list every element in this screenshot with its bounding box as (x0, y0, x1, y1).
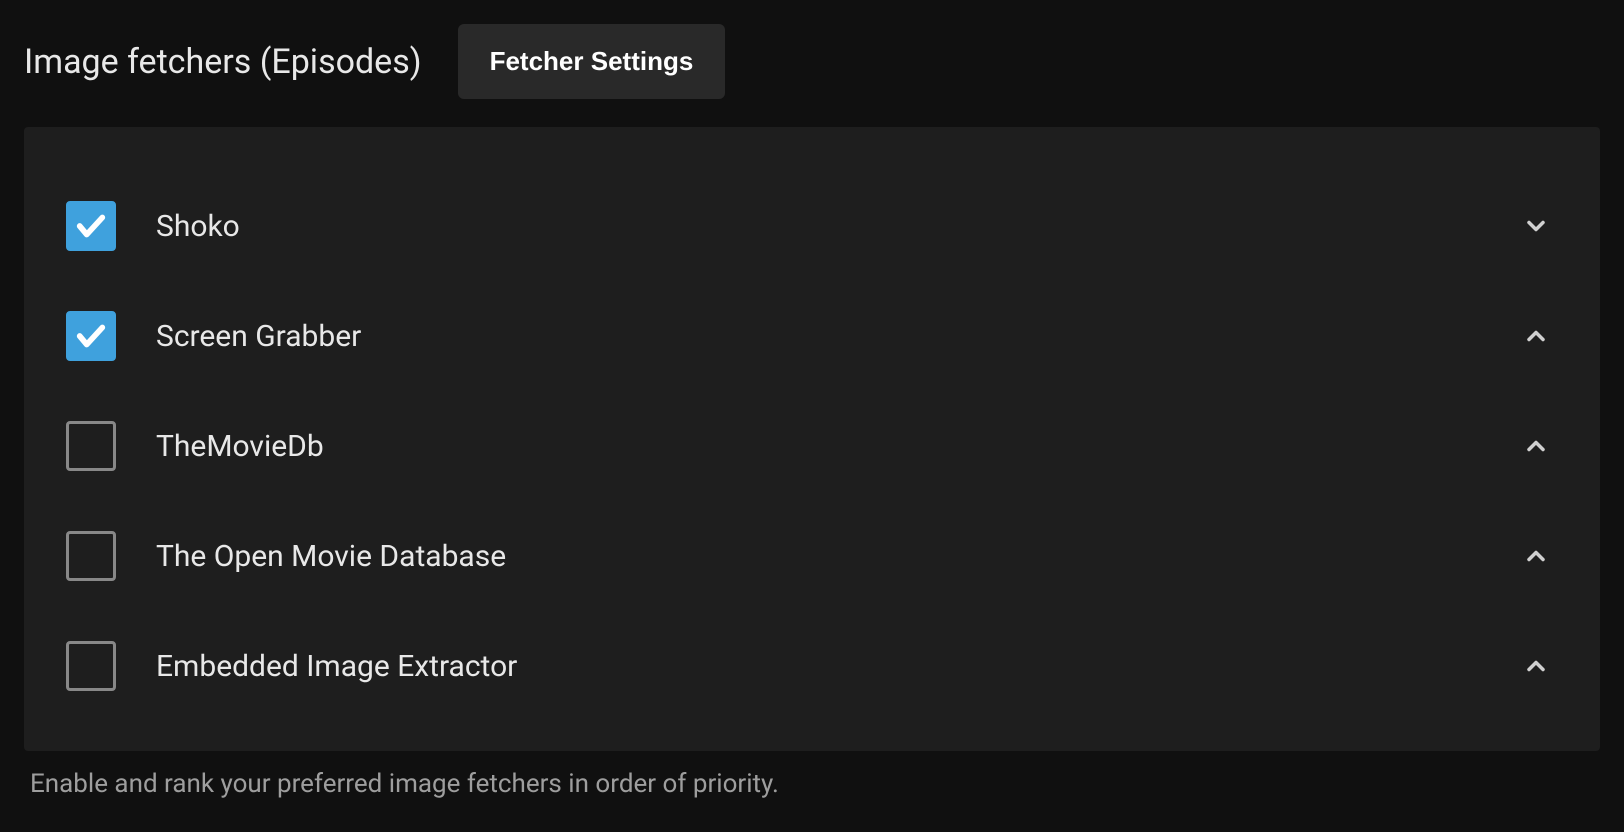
move-up-button-embedded-image-extractor[interactable] (1514, 644, 1558, 688)
fetcher-row-themoviedb: TheMovieDb (66, 391, 1558, 501)
chevron-up-icon (1522, 322, 1550, 350)
chevron-up-icon (1522, 652, 1550, 680)
fetcher-label: The Open Movie Database (156, 539, 1514, 574)
fetcher-label: Screen Grabber (156, 319, 1514, 354)
check-icon (74, 209, 108, 243)
chevron-up-icon (1522, 542, 1550, 570)
section-title: Image fetchers (Episodes) (24, 42, 422, 82)
fetcher-row-shoko: Shoko (66, 171, 1558, 281)
move-up-button-omdb[interactable] (1514, 534, 1558, 578)
fetcher-label: Embedded Image Extractor (156, 649, 1514, 684)
fetcher-checkbox-shoko[interactable] (66, 201, 116, 251)
help-text: Enable and rank your preferred image fet… (24, 769, 1600, 799)
fetchers-panel: Shoko Screen Grabber TheMovieDb The Open… (24, 127, 1600, 751)
fetcher-checkbox-embedded-image-extractor[interactable] (66, 641, 116, 691)
fetcher-row-screen-grabber: Screen Grabber (66, 281, 1558, 391)
chevron-up-icon (1522, 432, 1550, 460)
fetcher-checkbox-themoviedb[interactable] (66, 421, 116, 471)
check-icon (74, 319, 108, 353)
fetcher-label: Shoko (156, 209, 1514, 244)
fetcher-checkbox-screen-grabber[interactable] (66, 311, 116, 361)
move-up-button-themoviedb[interactable] (1514, 424, 1558, 468)
header-row: Image fetchers (Episodes) Fetcher Settin… (24, 24, 1600, 99)
fetcher-checkbox-omdb[interactable] (66, 531, 116, 581)
move-down-button-shoko[interactable] (1514, 204, 1558, 248)
fetcher-row-omdb: The Open Movie Database (66, 501, 1558, 611)
fetcher-row-embedded-image-extractor: Embedded Image Extractor (66, 611, 1558, 721)
fetcher-settings-button[interactable]: Fetcher Settings (458, 24, 726, 99)
fetcher-label: TheMovieDb (156, 429, 1514, 464)
move-up-button-screen-grabber[interactable] (1514, 314, 1558, 358)
chevron-down-icon (1522, 212, 1550, 240)
